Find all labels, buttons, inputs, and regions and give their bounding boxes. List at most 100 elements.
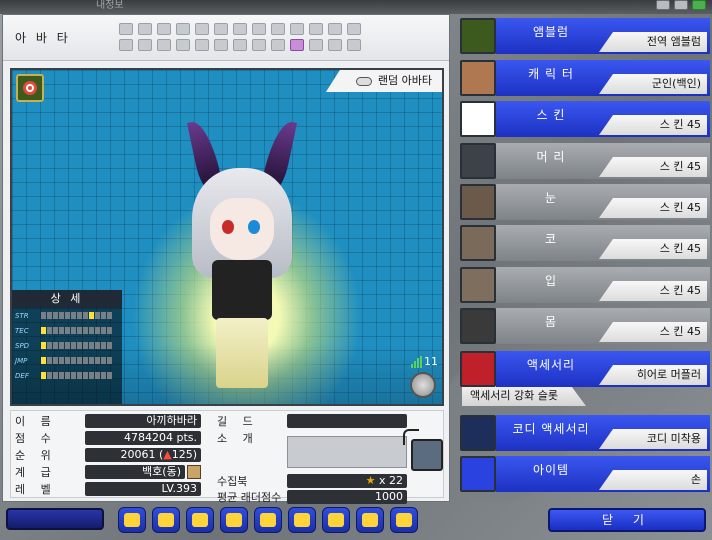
folder-button[interactable] xyxy=(186,507,214,533)
bell-icon xyxy=(328,513,344,527)
stat-bar xyxy=(41,327,112,334)
equip-row-accessory[interactable]: 액세서리 히어로 머플러 xyxy=(460,351,710,389)
maximize-button[interactable] xyxy=(674,0,688,10)
equip-row-hair[interactable]: 머 리스 킨 45 xyxy=(460,143,710,181)
title-bar: 내정보 xyxy=(0,0,712,14)
equip-name: 앰블럼 xyxy=(532,25,570,39)
minimize-button[interactable] xyxy=(656,0,670,10)
character-icon xyxy=(460,60,496,96)
close-button[interactable]: 닫 기 xyxy=(548,508,706,532)
intro-row: 소 개 xyxy=(217,432,259,445)
avatar-slot[interactable] xyxy=(138,23,152,35)
avatar-slot[interactable] xyxy=(252,23,266,35)
avatar-slot[interactable] xyxy=(138,39,152,51)
avatar-slot[interactable] xyxy=(271,23,285,35)
avatar-slot[interactable] xyxy=(328,39,342,51)
equip-row-nose[interactable]: 코스 킨 45 xyxy=(460,225,710,263)
chart-button[interactable] xyxy=(356,507,384,533)
bell-button[interactable] xyxy=(322,507,350,533)
equip-row-codi-accessory[interactable]: 코디 액세서리 코디 미착용 xyxy=(460,415,710,453)
accessory-upgrade-slot-button[interactable]: 액세서리 강화 슬롯 xyxy=(462,386,586,406)
shop-button[interactable] xyxy=(118,507,146,533)
star-button[interactable] xyxy=(254,507,282,533)
avatar-slot[interactable] xyxy=(119,23,133,35)
equip-name: 몸 xyxy=(544,315,558,329)
collection-value: ★ x 22 xyxy=(287,474,407,488)
equip-bar: 아이템 손 xyxy=(496,456,710,492)
equip-bar: 앰블럼전역 앰블럼 xyxy=(496,18,710,54)
equip-row-eyes[interactable]: 눈스 킨 45 xyxy=(460,184,710,222)
toggle-switch-icon xyxy=(355,76,372,86)
avatar-slot[interactable] xyxy=(157,23,171,35)
equip-value: 전역 앰블럼 xyxy=(599,32,707,52)
avatar-slot[interactable] xyxy=(309,23,323,35)
avatar-slot[interactable] xyxy=(252,39,266,51)
chat-button[interactable] xyxy=(152,507,180,533)
equip-name: 액세서리 xyxy=(526,358,576,372)
equip-bar: 스 킨스 킨 45 xyxy=(496,101,710,137)
equip-row-body[interactable]: 몸스 킨 45 xyxy=(460,308,710,346)
star-icon xyxy=(260,513,276,527)
equip-value: 스 킨 45 xyxy=(599,157,707,177)
equip-row-character[interactable]: 캐 릭 터 군인(백인) xyxy=(460,60,710,98)
avatar-slot[interactable] xyxy=(271,39,285,51)
avatar-slot[interactable] xyxy=(290,23,304,35)
stat-bar xyxy=(41,342,112,349)
avatar-slot[interactable] xyxy=(233,23,247,35)
stat-bar xyxy=(41,372,112,379)
random-avatar-label: 랜덤 아바타 xyxy=(377,74,432,87)
avatar-slot[interactable] xyxy=(195,23,209,35)
character-face xyxy=(210,198,274,260)
shield-button[interactable] xyxy=(220,507,248,533)
chat-input[interactable] xyxy=(6,508,104,530)
star-icon: ★ xyxy=(365,474,376,487)
equip-value: 스 킨 45 xyxy=(599,281,707,301)
avatar-slot[interactable] xyxy=(347,39,361,51)
avatar-slot[interactable] xyxy=(176,23,190,35)
avatar-slot[interactable] xyxy=(195,39,209,51)
class-value: 백호(동) xyxy=(85,465,185,479)
bottom-toolbar: 닫 기 xyxy=(0,502,712,540)
character-legs xyxy=(216,318,268,388)
name-value: 아끼하바라 xyxy=(85,414,201,428)
equip-value: 군인(백인) xyxy=(599,74,707,94)
random-avatar-toggle[interactable]: 랜덤 아바타 xyxy=(325,70,442,92)
avatar-slot[interactable] xyxy=(214,39,228,51)
equip-row-mouth[interactable]: 입스 킨 45 xyxy=(460,267,710,305)
equipment-panel: 액세서리 강화 슬롯 앰블럼전역 앰블럼캐 릭 터 군인(백인) 스 킨스 킨 45… xyxy=(458,14,712,502)
avatar-slot[interactable] xyxy=(233,39,247,51)
equip-row-hand[interactable]: 아이템 손 xyxy=(460,456,710,494)
collection-row: 수집북 ★ x 22 xyxy=(217,474,407,488)
details-title: 상 세 xyxy=(12,290,122,308)
card-button[interactable] xyxy=(390,507,418,533)
skin-icon xyxy=(460,101,496,137)
character-figure xyxy=(172,118,312,390)
avatar-slot[interactable] xyxy=(176,39,190,51)
equip-row-emblem[interactable]: 앰블럼전역 앰블럼 xyxy=(460,18,710,56)
avatar-slot-grid xyxy=(119,23,361,52)
stat-name: DEF xyxy=(15,371,29,380)
avatar-slot[interactable] xyxy=(157,39,171,51)
class-badge-icon xyxy=(187,465,201,479)
stat-row: DEF xyxy=(12,368,122,383)
window-close-button[interactable] xyxy=(692,0,706,10)
rotate-icon[interactable] xyxy=(410,372,436,398)
avatar-slot[interactable] xyxy=(309,39,323,51)
bag-button[interactable] xyxy=(288,507,316,533)
intro-box xyxy=(287,436,407,468)
window-title: 내정보 xyxy=(96,0,124,11)
shop-icon xyxy=(124,513,140,527)
equip-name: 코디 액세서리 xyxy=(512,422,590,436)
chat-icon xyxy=(158,513,174,527)
avatar-slot[interactable] xyxy=(119,39,133,51)
nose-icon xyxy=(460,225,496,261)
avatar-slot[interactable] xyxy=(214,23,228,35)
equip-value: 스 킨 45 xyxy=(599,322,707,342)
avatar-slot[interactable] xyxy=(290,39,304,51)
equip-bar: 캐 릭 터 군인(백인) xyxy=(496,60,710,96)
stat-name: STR xyxy=(15,311,29,320)
avatar-slot[interactable] xyxy=(328,23,342,35)
equip-row-skin[interactable]: 스 킨스 킨 45 xyxy=(460,101,710,139)
avatar-slot[interactable] xyxy=(347,23,361,35)
equip-value: 손 xyxy=(599,470,707,490)
